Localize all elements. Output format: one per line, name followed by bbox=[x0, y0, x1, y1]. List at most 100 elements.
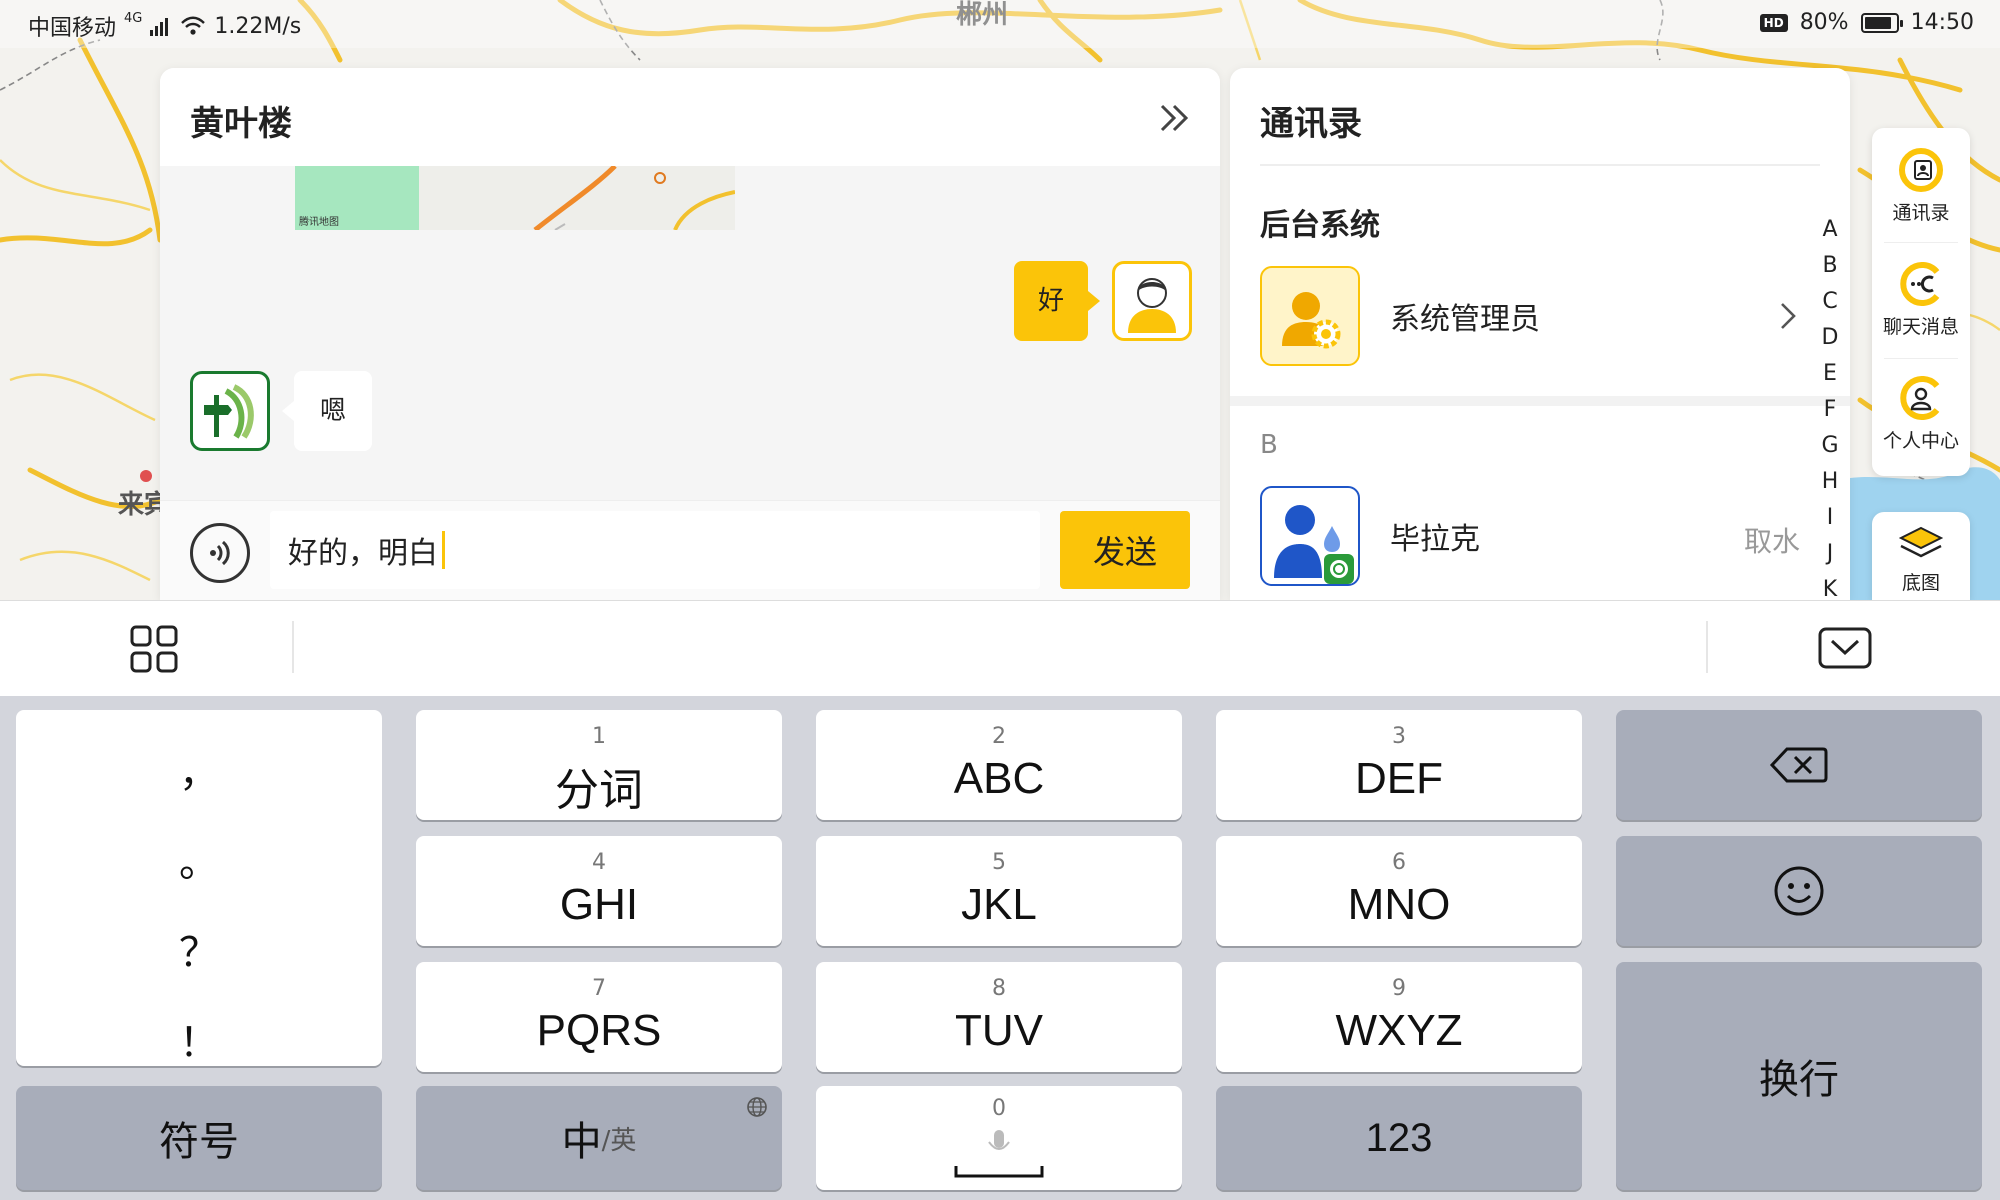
alpha-index-letter[interactable]: A bbox=[1822, 212, 1837, 248]
contacts-panel: 通讯录 后台系统 系统管理员 B 毕拉克 取水 bbox=[1230, 68, 1850, 600]
collapse-arrows-icon[interactable] bbox=[1154, 98, 1194, 138]
contact-avatar[interactable] bbox=[190, 371, 270, 451]
my-avatar[interactable] bbox=[1112, 261, 1192, 341]
microphone-icon bbox=[988, 1130, 1010, 1150]
key-number: 3 bbox=[1392, 724, 1406, 749]
space-bar-icon bbox=[954, 1166, 1044, 1178]
nav-item-chat-messages[interactable]: 聊天消息 bbox=[1872, 246, 1970, 354]
signpost-logo-icon bbox=[204, 384, 254, 439]
key-6-mno[interactable]: 6 MNO bbox=[1216, 836, 1582, 946]
contact-item-bilake[interactable]: 毕拉克 取水 bbox=[1260, 486, 1800, 586]
chat-bubble-icon bbox=[1900, 261, 1940, 306]
punct-exclaim[interactable]: ！ bbox=[16, 1010, 382, 1068]
contacts-book-icon bbox=[1899, 147, 1943, 192]
carrier-label: 中国移动 bbox=[28, 16, 117, 41]
number-mode-key[interactable]: 123 bbox=[1216, 1086, 1582, 1190]
symbol-key[interactable]: 符号 bbox=[16, 1086, 382, 1190]
wifi-icon bbox=[181, 16, 206, 35]
key-number: 1 bbox=[592, 724, 606, 749]
user-avatar-icon bbox=[1128, 278, 1176, 333]
chat-title: 黄叶楼 bbox=[190, 104, 292, 144]
section-gap bbox=[1230, 396, 1850, 406]
alphabet-index[interactable]: A B C D E F G H I J K bbox=[1818, 212, 1842, 608]
nav-item-contacts[interactable]: 通讯录 bbox=[1872, 132, 1970, 240]
key-5-jkl[interactable]: 5 JKL bbox=[816, 836, 1182, 946]
alpha-index-letter[interactable]: F bbox=[1824, 392, 1837, 428]
map-snippet-roads bbox=[533, 166, 735, 230]
chat-input-bar: 好的，明白 发送 bbox=[160, 500, 1220, 600]
contact-name-bilake: 毕拉克 bbox=[1390, 522, 1480, 557]
key-8-tuv[interactable]: 8 TUV bbox=[816, 962, 1182, 1072]
keyboard-toolbar bbox=[0, 600, 2000, 696]
bilake-avatar bbox=[1260, 486, 1360, 586]
key-label: WXYZ bbox=[1335, 1006, 1463, 1055]
keyboard-menu-grid-icon[interactable] bbox=[130, 625, 178, 673]
key-9-wxyz[interactable]: 9 WXYZ bbox=[1216, 962, 1582, 1072]
key-number: 8 bbox=[992, 976, 1006, 1001]
punct-question[interactable]: ？ bbox=[16, 920, 382, 978]
battery-percent: 80% bbox=[1799, 10, 1849, 35]
nav-item-profile[interactable]: 个人中心 bbox=[1872, 360, 1970, 468]
chat-panel: 黄叶楼 腾讯地图 好 嗯 好的，明白 发送 bbox=[160, 68, 1220, 600]
map-snippet-message[interactable]: 腾讯地图 bbox=[295, 166, 735, 230]
punct-comma[interactable]: ， bbox=[16, 740, 382, 798]
toolbar-divider bbox=[292, 621, 294, 673]
chat-header: 黄叶楼 bbox=[160, 68, 1220, 166]
key-2-abc[interactable]: 2 ABC bbox=[816, 710, 1182, 820]
alpha-index-letter[interactable]: E bbox=[1823, 356, 1837, 392]
basemap-label: 底图 bbox=[1901, 572, 1940, 594]
t9-keyboard: ， 。 ？ ！ 1 分词 2 ABC 3 DEF 4 GHI 5 JKL 6 M… bbox=[0, 696, 2000, 1200]
alpha-index-letter[interactable]: D bbox=[1822, 320, 1839, 356]
contact-item-admin[interactable]: 系统管理员 bbox=[1260, 266, 1800, 366]
hide-keyboard-icon[interactable] bbox=[1818, 627, 1872, 669]
hd-badge: HD bbox=[1759, 13, 1788, 32]
message-bubble-received[interactable]: 嗯 bbox=[281, 371, 373, 451]
globe-icon bbox=[747, 1097, 767, 1117]
voice-input-button[interactable] bbox=[190, 523, 250, 583]
key-number: 9 bbox=[1392, 976, 1406, 1001]
alpha-index-letter[interactable]: J bbox=[1827, 536, 1834, 572]
network-speed: 1.22M/s bbox=[214, 13, 302, 39]
status-bar: 中国移动 4G 1.22M/s HD 80% 14:50 bbox=[0, 0, 2000, 48]
voice-wave-icon bbox=[210, 540, 230, 566]
send-button[interactable]: 发送 bbox=[1060, 511, 1190, 589]
enter-label: 换行 bbox=[1759, 1057, 1839, 1103]
right-nav: 通讯录 聊天消息 个人中心 bbox=[1872, 128, 1970, 476]
network-type: 4G bbox=[124, 10, 143, 26]
punctuation-key-column[interactable]: ， 。 ？ ！ bbox=[16, 710, 382, 1066]
contacts-title: 通讯录 bbox=[1260, 104, 1362, 144]
space-zero-key[interactable]: 0 bbox=[816, 1086, 1182, 1190]
contacts-section-title: 后台系统 bbox=[1260, 208, 1380, 243]
message-input-value: 好的，明白 bbox=[288, 536, 438, 571]
message-input[interactable]: 好的，明白 bbox=[270, 511, 1040, 589]
battery-icon bbox=[1860, 12, 1903, 33]
alpha-index-letter[interactable]: G bbox=[1821, 428, 1838, 464]
alpha-index-letter[interactable]: H bbox=[1822, 464, 1839, 500]
contacts-divider bbox=[1260, 164, 1820, 166]
basemap-button[interactable]: 底图 bbox=[1872, 512, 1970, 600]
key-4-ghi[interactable]: 4 GHI bbox=[416, 836, 782, 946]
nav-divider bbox=[1884, 358, 1958, 359]
lang-sub-label: /英 bbox=[601, 1125, 637, 1156]
smiley-icon bbox=[1774, 866, 1824, 916]
key-3-def[interactable]: 3 DEF bbox=[1216, 710, 1582, 820]
lang-main-label: 中 bbox=[561, 1119, 602, 1165]
admin-gear-icon bbox=[1282, 292, 1341, 349]
punct-period[interactable]: 。 bbox=[16, 830, 382, 888]
key-number: 2 bbox=[992, 724, 1006, 749]
language-switch-key[interactable]: 中/英 bbox=[416, 1086, 782, 1190]
alpha-index-letter[interactable]: B bbox=[1822, 248, 1837, 284]
message-bubble-sent[interactable]: 好 bbox=[1013, 261, 1101, 341]
chevron-right-icon bbox=[1781, 303, 1796, 329]
backspace-key[interactable] bbox=[1616, 710, 1982, 820]
enter-key[interactable]: 换行 bbox=[1616, 962, 1982, 1190]
symbol-label: 符号 bbox=[159, 1119, 239, 1165]
alpha-index-letter[interactable]: C bbox=[1822, 284, 1837, 320]
emoji-key[interactable] bbox=[1616, 836, 1982, 946]
key-number: 6 bbox=[1392, 850, 1406, 875]
key-1-segment[interactable]: 1 分词 bbox=[416, 710, 782, 820]
alpha-index-letter[interactable]: I bbox=[1827, 500, 1834, 536]
nav-label-contacts: 通讯录 bbox=[1892, 201, 1950, 224]
key-7-pqrs[interactable]: 7 PQRS bbox=[416, 962, 782, 1072]
key-label: TUV bbox=[955, 1006, 1043, 1055]
